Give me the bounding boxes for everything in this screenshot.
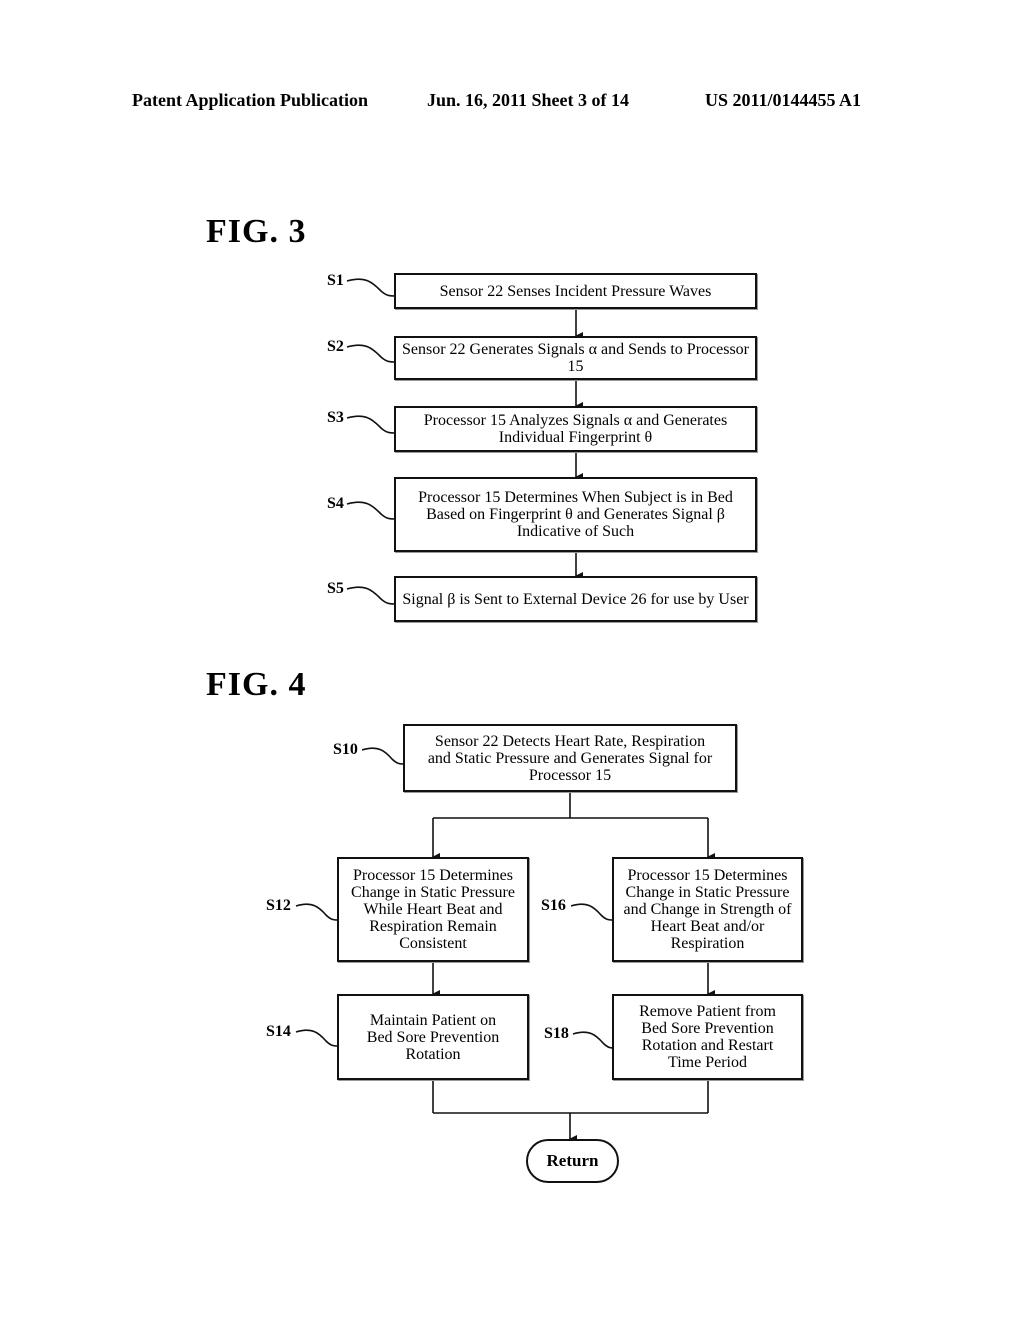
leader-s10 <box>361 747 405 765</box>
fig4-title: FIG. 4 <box>206 666 307 703</box>
step-text: Signal β is Sent to External Device 26 f… <box>402 590 749 608</box>
leader-s14 <box>295 1029 339 1047</box>
leader-s2 <box>346 344 396 363</box>
flow-step-s10: Sensor 22 Detects Heart Rate, Respiratio… <box>403 724 737 792</box>
flow-step-s4: Processor 15 Determines When Subject is … <box>394 477 757 552</box>
step-text: Remove Patient from Bed Sore Prevention … <box>639 1003 776 1071</box>
step-text: Sensor 22 Detects Heart Rate, Respiratio… <box>427 732 713 784</box>
leader-s4 <box>346 501 396 520</box>
step-text: Processor 15 Determines When Subject is … <box>418 489 733 540</box>
step-label-s4: S4 <box>327 495 344 512</box>
flow-step-s12: Processor 15 Determines Change in Static… <box>337 857 529 962</box>
flow-step-s5: Signal β is Sent to External Device 26 f… <box>394 576 757 622</box>
leader-s12 <box>295 903 339 921</box>
step-label-s1: S1 <box>327 272 344 289</box>
step-label-s18: S18 <box>544 1025 569 1042</box>
step-label-s2: S2 <box>327 338 344 355</box>
step-text: Maintain Patient on Bed Sore Prevention … <box>366 1011 500 1063</box>
flow-step-s18: Remove Patient from Bed Sore Prevention … <box>612 994 803 1080</box>
flow-step-s3: Processor 15 Analyzes Signals α and Gene… <box>394 406 757 452</box>
step-label-s5: S5 <box>327 580 344 597</box>
fig3-title: FIG. 3 <box>206 213 307 250</box>
leader-s1 <box>346 278 396 297</box>
step-text: Sensor 22 Senses Incident Pressure Waves <box>439 282 712 300</box>
leader-s5 <box>346 586 396 605</box>
flow-step-s14: Maintain Patient on Bed Sore Prevention … <box>337 994 529 1080</box>
flow-step-s2: Sensor 22 Generates Signals α and Sends … <box>394 336 757 380</box>
leader-s16 <box>570 903 614 921</box>
flow-step-s16: Processor 15 Determines Change in Static… <box>612 857 803 962</box>
step-label-s3: S3 <box>327 409 344 426</box>
leader-s3 <box>346 415 396 434</box>
step-label-s12: S12 <box>266 897 291 914</box>
flow-step-s1: Sensor 22 Senses Incident Pressure Waves <box>394 273 757 309</box>
step-text: Processor 15 Analyzes Signals α and Gene… <box>423 412 728 446</box>
step-label-s16: S16 <box>541 897 566 914</box>
step-text: Processor 15 Determines Change in Static… <box>351 867 515 952</box>
step-text: Sensor 22 Generates Signals α and Sends … <box>402 341 749 375</box>
step-label-s14: S14 <box>266 1023 291 1040</box>
connector-lines <box>295 278 715 1143</box>
leader-s18 <box>572 1031 614 1049</box>
step-label-s10: S10 <box>333 741 358 758</box>
step-text: Processor 15 Determines Change in Static… <box>623 867 792 952</box>
terminator-return: Return <box>526 1139 619 1183</box>
